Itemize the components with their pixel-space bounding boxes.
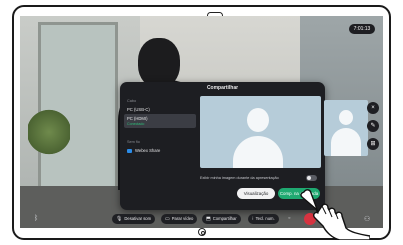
webex-share-icon <box>127 148 132 153</box>
source-label: PC (HDMI) <box>127 116 148 121</box>
keypad-button[interactable]: ⁝ Tecl. num. <box>248 214 279 224</box>
avatar-body <box>331 128 361 156</box>
share-button[interactable]: ⬒ Compartilhar <box>202 214 241 224</box>
video-icon: ▭ <box>165 216 170 222</box>
show-self-view-label: Exibir minha imagem durante da apresenta… <box>200 176 279 180</box>
keypad-icon: ⁝ <box>252 216 254 222</box>
stop-video-button[interactable]: ▭ Parar vídeo <box>161 214 198 224</box>
pointing-hand-illustration <box>300 189 370 240</box>
wireless-section-label: Sem fio <box>127 140 140 144</box>
webex-share-label: Webex Share <box>135 148 161 153</box>
people-icon[interactable]: ◦ <box>288 215 290 222</box>
remote-participant-head <box>138 38 180 88</box>
source-item-hdmi[interactable]: PC (HDMI) Conectado <box>124 114 196 128</box>
avatar-head <box>339 110 353 125</box>
self-view-thumbnail <box>324 100 368 156</box>
edit-icon[interactable]: ✎ <box>367 120 379 132</box>
cable-section-label: Cabo <box>127 99 137 103</box>
dialog-title: Compartilhar <box>206 85 239 91</box>
mute-label: Desativar som <box>124 216 152 221</box>
layout-icon[interactable]: ⊞ <box>367 138 379 150</box>
call-timer: 7:01:13 <box>349 24 375 34</box>
background-plant <box>28 102 70 162</box>
avatar-head <box>247 108 269 132</box>
mute-button[interactable]: 🎙︎ Desativar som <box>112 214 156 224</box>
share-label: Compartilhar <box>212 216 237 221</box>
share-icon: ⬒ <box>206 216 211 222</box>
source-list: Cabo PC (USB-C) PC (HDMI) Conectado Sem … <box>124 96 196 206</box>
show-self-view-toggle[interactable] <box>306 175 317 181</box>
preview-button[interactable]: Visualização <box>237 188 275 199</box>
source-label: PC (USB-C) <box>127 107 150 112</box>
avatar-body <box>233 136 283 168</box>
stop-video-label: Parar vídeo <box>171 216 194 221</box>
show-self-view-row: Exibir minha imagem durante da apresenta… <box>200 174 321 182</box>
source-item-usb-c[interactable]: PC (USB-C) <box>124 105 196 114</box>
self-view-preview <box>200 96 321 168</box>
close-icon[interactable]: × <box>367 102 379 114</box>
webex-share-item[interactable]: Webex Share <box>124 146 196 155</box>
home-button-icon[interactable] <box>198 228 206 236</box>
bluetooth-icon[interactable]: ᛒ <box>34 215 38 222</box>
keypad-label: Tecl. num. <box>255 216 275 221</box>
source-status: Conectado <box>127 122 145 126</box>
microphone-icon: 🎙︎ <box>116 216 123 222</box>
share-dialog: Compartilhar Cabo PC (USB-C) PC (HDMI) C… <box>120 82 325 210</box>
